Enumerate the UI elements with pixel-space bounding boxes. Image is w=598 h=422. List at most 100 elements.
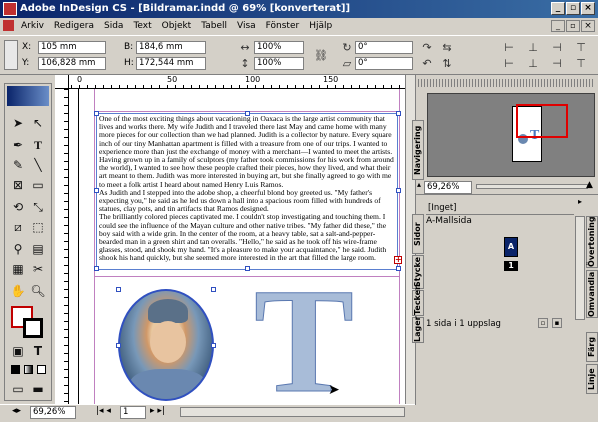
new-page-icon[interactable]: ▫ [538, 318, 548, 328]
x-field[interactable]: 105 mm [38, 41, 106, 54]
scale-y-field[interactable]: 100% [254, 57, 304, 70]
doc-icon[interactable] [0, 18, 16, 35]
oval-image-frame[interactable] [118, 289, 214, 401]
hand-tool-icon[interactable]: ✋ [9, 282, 27, 300]
reference-point-icon[interactable] [4, 40, 18, 70]
frame-handle-bl[interactable] [94, 266, 99, 271]
scissors-tool-icon[interactable]: ✂ [29, 260, 47, 278]
flip-horizontal-icon[interactable]: ⇆ [440, 41, 454, 55]
page-1-thumbnail[interactable]: A [504, 237, 518, 257]
tab-pages[interactable]: Sidor [412, 214, 424, 254]
direct-selection-tool-icon[interactable]: ↖ [29, 114, 47, 132]
tab-layers[interactable]: Lager [412, 316, 424, 343]
doc-minimize-button[interactable]: _ [551, 20, 565, 32]
selection-tool-icon[interactable]: ➤ [9, 114, 27, 132]
rotate-field[interactable]: 0° [355, 41, 413, 54]
stroke-swatch[interactable] [23, 318, 43, 338]
formatting-text-icon[interactable]: T [29, 342, 47, 360]
menu-fonster[interactable]: Fönster [261, 18, 305, 35]
preview-view-icon[interactable]: ▬ [29, 380, 47, 398]
pages-scrollbar[interactable] [575, 216, 585, 320]
oval-handle-tr[interactable] [211, 287, 216, 292]
rotate-ccw-icon[interactable]: ↶ [420, 57, 434, 71]
horizontal-ruler[interactable]: 0 50 100 150 [55, 75, 405, 89]
frame-handle-tl[interactable] [94, 111, 99, 116]
scale-tool-icon[interactable]: ⤡ [29, 198, 47, 216]
ruler-origin[interactable] [55, 75, 69, 89]
navigator-zoom-slider[interactable] [476, 184, 588, 189]
apply-none-icon[interactable] [37, 365, 46, 374]
menu-sida[interactable]: Sida [99, 18, 128, 35]
pen-tool-icon[interactable]: ✒ [9, 136, 27, 154]
app-icon[interactable] [3, 2, 17, 16]
zoom-dropdown-arrow-icon[interactable]: ◂▸ [12, 406, 21, 416]
shear-tool-icon[interactable]: ⧄ [9, 218, 27, 236]
panel-grip[interactable] [418, 79, 594, 87]
tab-gradient[interactable]: Övertoning [586, 216, 598, 268]
first-page-icon[interactable]: |◂ ◂ [96, 406, 111, 416]
rotate-cw-icon[interactable]: ↷ [420, 41, 434, 55]
w-field[interactable]: 184,6 mm [136, 41, 206, 54]
rectangle-frame-tool-icon[interactable]: ⊠ [9, 176, 27, 194]
apply-gradient-icon[interactable] [24, 365, 33, 374]
formatting-container-icon[interactable]: ▣ [9, 342, 27, 360]
frame-handle-b[interactable] [245, 266, 250, 271]
frame-handle-r[interactable] [396, 188, 401, 193]
free-transform-tool-icon[interactable]: ⬚ [29, 218, 47, 236]
menu-visa[interactable]: Visa [232, 18, 261, 35]
frame-handle-tr[interactable] [396, 111, 401, 116]
align-right-icon[interactable]: ⊣ [550, 41, 564, 55]
normal-view-icon[interactable]: ▭ [9, 380, 27, 398]
doc-restore-button[interactable]: ▫ [566, 20, 580, 32]
rotate-tool-icon[interactable]: ⟲ [9, 198, 27, 216]
line-tool-icon[interactable]: ╲ [29, 156, 47, 174]
zoom-out-icon[interactable]: ▴ [417, 180, 421, 189]
button-tool-icon[interactable]: ▦ [9, 260, 27, 278]
tab-text[interactable]: Tecken [412, 284, 424, 316]
menu-objekt[interactable]: Objekt [157, 18, 197, 35]
document-scrollbar-horizontal[interactable] [180, 407, 405, 417]
text-frame[interactable]: One of the most exciting things about va… [96, 113, 398, 270]
rectangle-tool-icon[interactable]: ▭ [29, 176, 47, 194]
menu-tabell[interactable]: Tabell [196, 18, 232, 35]
restore-button[interactable]: ▫ [566, 2, 580, 15]
distribute-left-icon[interactable]: ⊢ [502, 57, 516, 71]
type-tool-icon[interactable]: T [29, 136, 47, 154]
zoom-field[interactable]: 69,26% [30, 406, 76, 419]
overset-text-icon[interactable]: + [394, 256, 402, 264]
distribute-top-icon[interactable]: ⊤ [574, 57, 588, 71]
tab-swatches[interactable]: Färg [586, 332, 598, 362]
oval-handle-tl[interactable] [116, 287, 121, 292]
scale-x-field[interactable]: 100% [254, 41, 304, 54]
h-field[interactable]: 172,544 mm [136, 57, 206, 70]
frame-handle-t[interactable] [245, 111, 250, 116]
distribute-center-icon[interactable]: ⊥ [526, 57, 540, 71]
shear-field[interactable]: 0° [355, 57, 413, 70]
constrain-proportions-icon[interactable]: ⛓ [314, 49, 328, 63]
vertical-ruler[interactable] [55, 89, 69, 405]
page-field[interactable]: 1 [120, 406, 146, 419]
pages-panel-menu-icon[interactable]: ▸ [578, 197, 582, 206]
letter-t-frame[interactable]: T [244, 266, 364, 417]
align-center-icon[interactable]: ⊥ [526, 41, 540, 55]
menu-text[interactable]: Text [128, 18, 156, 35]
tab-stroke[interactable]: Linje [586, 364, 598, 394]
frame-handle-l[interactable] [94, 188, 99, 193]
y-field[interactable]: 106,828 mm [38, 57, 106, 70]
menu-hjalp[interactable]: Hjälp [304, 18, 337, 35]
doc-close-button[interactable]: × [581, 20, 595, 32]
pencil-tool-icon[interactable]: ✎ [9, 156, 27, 174]
tab-transform[interactable]: Omvandla [586, 270, 598, 318]
tab-navigation[interactable]: Navigering [412, 120, 424, 180]
eyedropper-tool-icon[interactable]: ⚲ [9, 240, 27, 258]
align-left-icon[interactable]: ⊢ [502, 41, 516, 55]
menu-arkiv[interactable]: Arkiv [16, 18, 49, 35]
close-button[interactable]: × [581, 2, 595, 15]
apply-color-icon[interactable] [11, 365, 20, 374]
distribute-right-icon[interactable]: ⊣ [550, 57, 564, 71]
flip-vertical-icon[interactable]: ⇅ [440, 57, 454, 71]
master-a[interactable]: A-Mallsida [426, 216, 472, 226]
oval-handle-l[interactable] [116, 343, 121, 348]
zoom-tool-icon[interactable]: 🔍︎ [29, 282, 47, 300]
zoom-in-icon[interactable]: ▲ [586, 180, 593, 190]
